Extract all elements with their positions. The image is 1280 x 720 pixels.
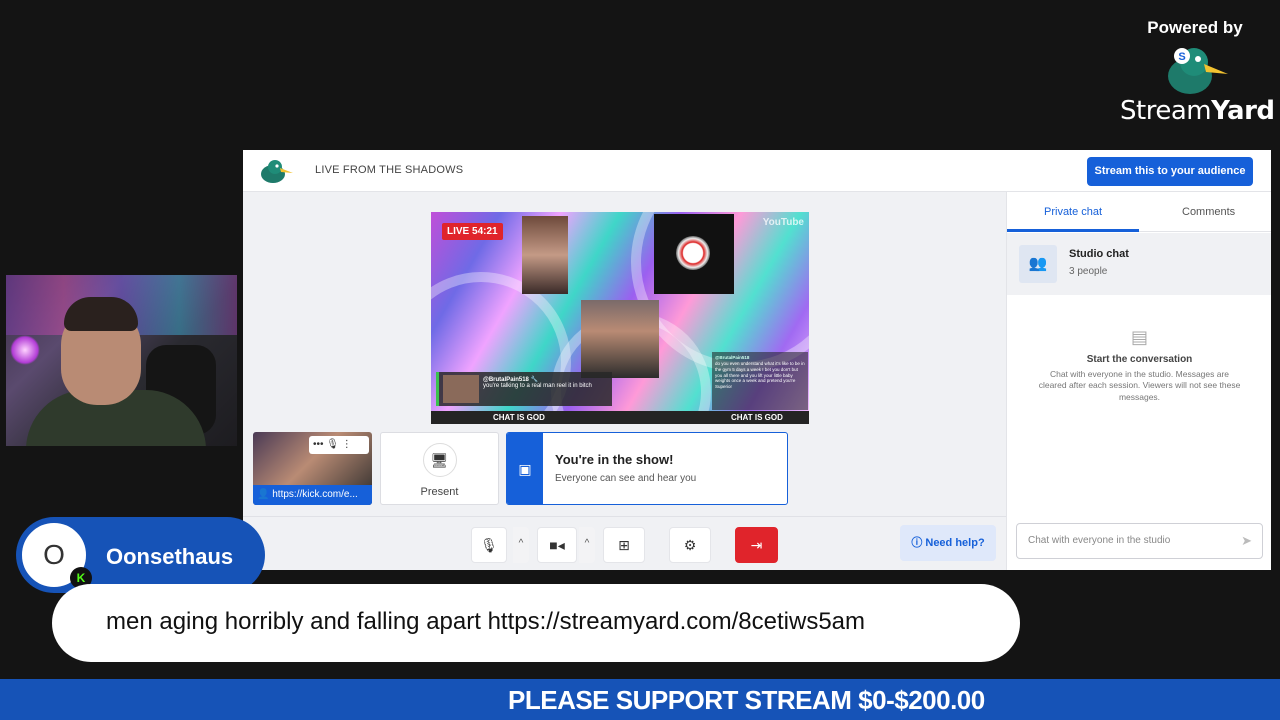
streamyard-wordmark: StreamYard <box>1120 96 1275 126</box>
control-bar: 🎙 ^ ■◂ ^ ⊞ ⚙ ⇥ ⓘ Need help? <box>243 516 1006 570</box>
streamyard-branding: Powered by S StreamYard <box>1120 14 1275 134</box>
comment-text: you're talking to a real man reel it in … <box>483 383 592 389</box>
webcam-feed <box>6 275 237 446</box>
sidebar-tabs: Private chat Comments <box>1007 192 1271 232</box>
desk-lamp <box>10 335 40 365</box>
settings-button[interactable]: ⚙ <box>669 527 711 563</box>
share-screen-button[interactable]: ⊞ <box>603 527 645 563</box>
camera-options-caret[interactable]: ^ <box>579 527 595 563</box>
present-screen-icon: 🖥 <box>422 443 457 477</box>
portrait-icon: ▣ <box>507 433 543 504</box>
mic-options-caret[interactable]: ^ <box>513 527 529 563</box>
mic-button[interactable]: 🎙 <box>471 527 507 563</box>
live-timer-badge: LIVE 54:21 <box>442 223 503 240</box>
more-dots-icon[interactable]: ••• <box>313 439 324 450</box>
active-tab-indicator <box>1007 229 1139 232</box>
person-icon: 👤 <box>257 489 270 500</box>
group-icon: 👥 <box>1019 245 1057 283</box>
kebab-menu-icon[interactable]: ⋮ <box>342 439 352 450</box>
ticker-right-text: CHAT IS GOD <box>731 413 783 422</box>
studio-chat-count: 3 people <box>1069 266 1108 277</box>
studio-logo-icon <box>261 160 293 183</box>
stage-ticker: CHAT IS GOD CHAT IS GOD <box>431 411 809 424</box>
studio-topbar: LIVE FROM THE SHADOWS Stream this to you… <box>243 150 1271 192</box>
studio-chat-input[interactable]: Chat with everyone in the studio ➤ <box>1016 523 1263 559</box>
chat-message-text: men aging horribly and falling apart htt… <box>106 608 866 635</box>
broadcast-title[interactable]: LIVE FROM THE SHADOWS <box>315 164 463 176</box>
stage-side-comment: @BrutalPain518 do you even understand wh… <box>712 352 808 410</box>
help-icon: ⓘ <box>911 537 923 549</box>
studio-chat-item[interactable]: 👥 Studio chat 3 people <box>1007 233 1271 295</box>
chat-input-placeholder: Chat with everyone in the studio <box>1028 535 1171 546</box>
tile-tools[interactable]: ••• 🎙 ⋮ <box>309 436 369 454</box>
empty-chat-state: ▤ Start the conversation Chat with every… <box>1007 327 1271 403</box>
tab-comments[interactable]: Comments <box>1182 206 1235 218</box>
mic-icon: 🎙 <box>480 537 498 553</box>
chat-message-bubble: men aging horribly and falling apart htt… <box>52 584 1020 662</box>
self-camera-tile[interactable]: ••• 🎙 ⋮ 👤 https://kick.com/e... <box>253 432 372 505</box>
streamyard-studio-window: LIVE FROM THE SHADOWS Stream this to you… <box>243 150 1271 570</box>
chat-user-pill: O K Oonsethaus <box>16 517 265 593</box>
exit-icon: ⇥ <box>750 537 763 553</box>
gear-icon: ⚙ <box>683 537 697 553</box>
logo-letter: S <box>1178 51 1185 63</box>
powered-by-label: Powered by <box>1147 18 1243 37</box>
camera-icon: ■◂ <box>549 537 565 553</box>
stage-preview: LIVE 54:21 YouTube @BrutalPain518 🔧 you'… <box>431 212 809 424</box>
ticker-left-text: CHAT IS GOD <box>493 413 545 422</box>
tab-private-chat[interactable]: Private chat <box>1044 206 1102 218</box>
side-comment-username: @BrutalPain518 <box>715 355 750 360</box>
in-show-subtitle: Everyone can see and hear you <box>555 473 697 484</box>
support-ticker-bar: PLEASE SUPPORT STREAM $0-$200.00 <box>0 679 1280 720</box>
chat-username: Oonsethaus <box>106 544 234 569</box>
in-show-title: You're in the show! <box>555 452 674 467</box>
present-label: Present <box>420 486 459 498</box>
self-tile-url-label: 👤 https://kick.com/e... <box>253 485 372 505</box>
chat-bubble-icon: ▤ <box>1130 327 1148 347</box>
empty-chat-text: Chat with everyone in the studio. Messag… <box>1038 369 1241 402</box>
streamyard-duck-logo: S <box>1168 48 1228 94</box>
studio-chat-name: Studio chat <box>1069 248 1129 260</box>
host-camera <box>581 300 659 378</box>
send-icon[interactable]: ➤ <box>1241 524 1252 558</box>
chat-sidebar: Private chat Comments 👥 Studio chat 3 pe… <box>1006 192 1271 570</box>
leave-studio-button[interactable]: ⇥ <box>735 527 778 563</box>
youtube-logo: YouTube <box>762 217 804 228</box>
share-screen-icon: ⊞ <box>618 537 630 553</box>
side-comment-text: do you even understand what it's like to… <box>715 360 805 390</box>
guest-camera-woman <box>522 216 568 294</box>
comment-username: @BrutalPain518 🔧 <box>483 377 539 383</box>
guest-camera-clown <box>654 214 734 294</box>
need-help-button[interactable]: ⓘ Need help? <box>900 525 996 561</box>
present-tile[interactable]: 🖥 Present <box>380 432 499 505</box>
in-show-notice: ▣ You're in the show! Everyone can see a… <box>506 432 788 505</box>
camera-button[interactable]: ■◂ <box>537 527 577 563</box>
comment-avatar <box>443 375 479 403</box>
support-ticker-text: PLEASE SUPPORT STREAM $0-$200.00 <box>508 685 985 715</box>
stage-comment-banner: @BrutalPain518 🔧 you're talking to a rea… <box>436 372 612 406</box>
empty-chat-title: Start the conversation <box>1086 354 1193 365</box>
stream-to-audience-button[interactable]: Stream this to your audience <box>1087 157 1253 186</box>
mic-icon[interactable]: 🎙 <box>326 439 339 450</box>
